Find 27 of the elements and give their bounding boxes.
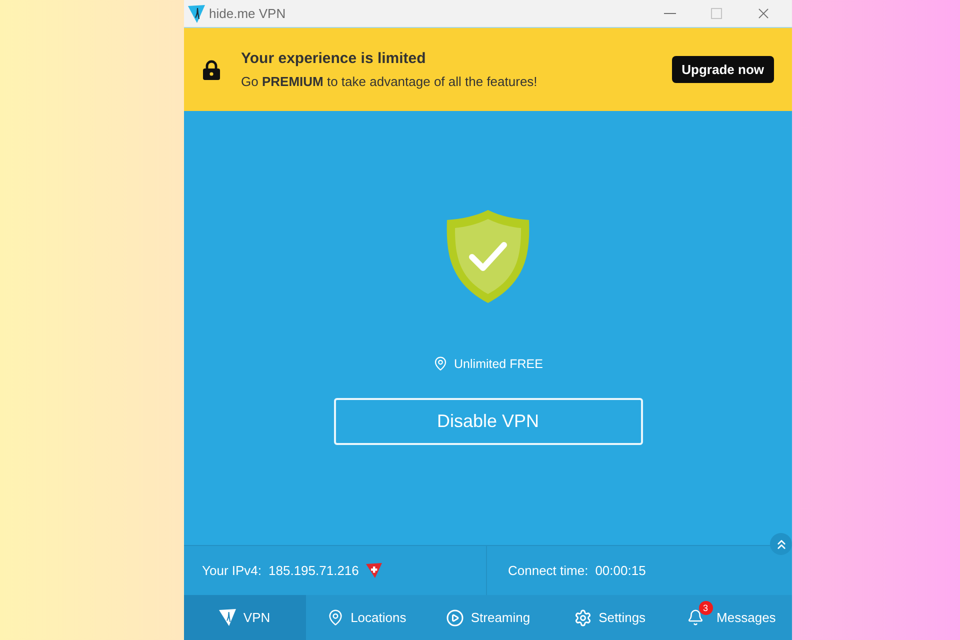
bell-icon: [686, 609, 704, 626]
flag-icon: [366, 563, 382, 578]
play-icon: [446, 608, 464, 626]
map-pin-icon: [433, 356, 448, 371]
logo-icon: [188, 4, 205, 22]
upgrade-button[interactable]: Upgrade now: [672, 56, 774, 83]
info-value: 185.195.71.216: [268, 563, 359, 578]
nav-tab[interactable]: Locations: [306, 595, 428, 640]
banner-title: Your experience is limited: [241, 50, 427, 67]
info-label: Connect time:: [508, 563, 588, 578]
lock-icon: [203, 60, 220, 80]
nav-tab[interactable]: Settings: [548, 595, 670, 640]
nav-tab[interactable]: VPN: [184, 595, 306, 640]
info-value: 00:00:15: [595, 563, 646, 578]
triangle-logo-icon: [219, 609, 236, 626]
maximize-icon: [711, 8, 722, 19]
nav-tab[interactable]: Streaming: [427, 595, 549, 640]
plan-label: Unlimited FREE: [454, 356, 543, 370]
nav-tab[interactable]: 3 Messages: [670, 595, 792, 640]
map-pin-icon: [326, 609, 344, 626]
window-title: hide.me VPN: [209, 6, 287, 21]
minimize-icon: [664, 13, 676, 14]
disable-vpn-button[interactable]: Disable VPN: [334, 398, 642, 445]
settings-icon: [574, 608, 592, 626]
notification-badge: 3: [698, 601, 713, 615]
info-label: Your IPv4:: [202, 563, 262, 578]
banner-message: Go PREMIUM to take advantage of all the features!: [241, 74, 538, 89]
